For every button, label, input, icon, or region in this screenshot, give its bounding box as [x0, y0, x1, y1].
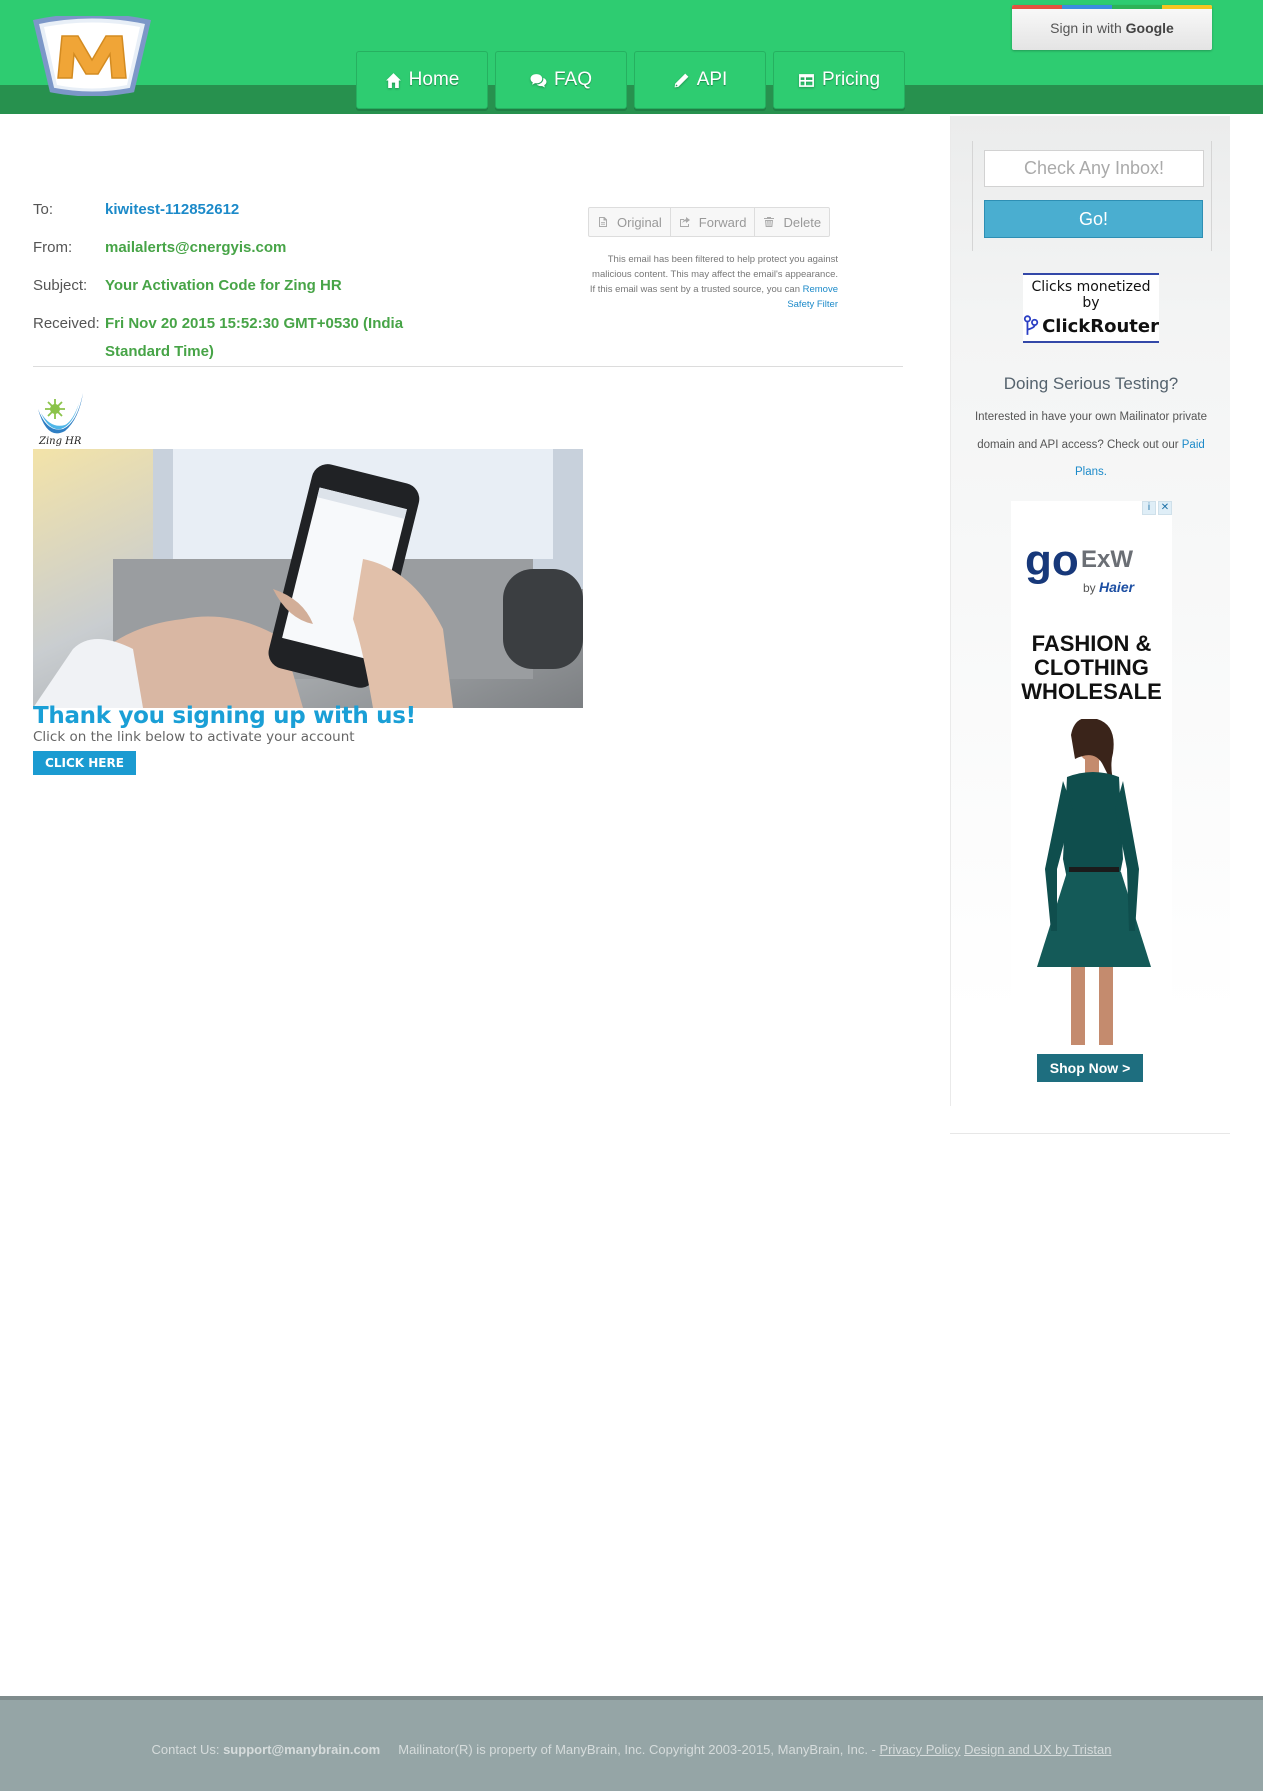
serious-testing-body: Interested in have your own Mailinator p…: [974, 411, 1208, 451]
subject-label: Subject:: [33, 277, 88, 294]
google-signin-button[interactable]: Sign in with Google: [1012, 5, 1212, 50]
from-label: From:: [33, 239, 73, 256]
ad-choices: i ✕: [1142, 501, 1172, 515]
click-here-button[interactable]: CLICK HERE: [33, 751, 136, 775]
sidebar: Check Any Inbox! Go! Clicks monetized by…: [950, 116, 1230, 1106]
clickrouter-label: ClickRouter: [1042, 315, 1159, 337]
forward-label: Forward: [698, 214, 747, 230]
subject-value: Your Activation Code for Zing HR: [105, 277, 342, 294]
received-label: Received:: [33, 315, 100, 332]
contact-email[interactable]: support@manybrain.com: [223, 1742, 380, 1757]
goexw-exw-text: ExW: [1081, 546, 1133, 573]
nav-pricing-button[interactable]: Pricing: [773, 51, 905, 109]
file-icon: [599, 217, 607, 227]
to-label: To:: [33, 201, 54, 218]
nav-api-button[interactable]: API: [634, 51, 766, 109]
header-divider: [33, 366, 903, 367]
ad-title: FASHION & CLOTHING WHOLESALE: [1021, 631, 1162, 704]
clickrouter-brand: ClickRouter: [1023, 314, 1159, 338]
original-label: Original: [617, 214, 662, 230]
contact-label: Contact Us:: [151, 1742, 220, 1757]
received-value: Fri Nov 20 2015 15:52:30 GMT+0530 (India…: [105, 315, 404, 360]
delete-button[interactable]: Delete: [755, 208, 829, 236]
received-row: Received: Fri Nov 20 2015 15:52:30 GMT+0…: [33, 310, 453, 366]
nav-api-label: API: [696, 69, 728, 90]
nav-home-button[interactable]: Home: [356, 51, 488, 109]
forward-button[interactable]: Forward: [671, 208, 756, 236]
from-row: From: mailalerts@cnergyis.com: [33, 234, 453, 262]
copyright-text: Mailinator(R) is property of ManyBrain, …: [398, 1742, 876, 1757]
nav-faq-label: FAQ: [553, 69, 592, 90]
ad-close-icon[interactable]: ✕: [1158, 501, 1172, 515]
main-nav: Home FAQ API Pricing: [356, 51, 905, 111]
table-icon: [799, 73, 814, 87]
clickrouter-icon: [1023, 315, 1039, 335]
hero-image-phone: [33, 449, 583, 708]
ad-info-icon[interactable]: i: [1142, 501, 1156, 515]
trash-icon: [764, 217, 775, 227]
original-button[interactable]: Original: [589, 208, 671, 236]
safety-text: This email has been filtered to help pro…: [589, 254, 838, 295]
design-credit-link[interactable]: Design and UX by Tristan: [964, 1742, 1111, 1757]
to-row: To: kiwitest-112852612: [33, 196, 453, 224]
ad-model-image: [1037, 719, 1151, 1045]
sidebar-divider: [950, 1133, 1230, 1134]
google-signin-label: Sign in with Google: [1050, 20, 1174, 36]
shop-now-button[interactable]: Shop Now >: [1037, 1054, 1143, 1082]
goexw-go-text: go: [1025, 536, 1079, 585]
delete-label: Delete: [783, 214, 822, 230]
serious-testing-title: Doing Serious Testing?: [1003, 374, 1179, 393]
fashion-ad[interactable]: i ✕ go ExW by Haier FASHION & CLOTHING W…: [1011, 501, 1172, 1101]
zing-logo-text: Zing HR: [38, 436, 82, 447]
to-value[interactable]: kiwitest-112852612: [105, 196, 453, 224]
home-icon: [385, 72, 401, 88]
zing-hr-logo: Zing HR: [38, 393, 83, 447]
footer-text: Contact Us: support@manybrain.com Mailin…: [0, 1742, 1263, 1757]
go-button[interactable]: Go!: [984, 200, 1203, 238]
from-value: mailalerts@cnergyis.com: [105, 239, 287, 256]
clickrouter-badge[interactable]: Clicks monetized by ClickRouter: [1023, 273, 1159, 343]
mailinator-logo[interactable]: [32, 16, 152, 96]
share-icon: [679, 217, 690, 227]
subject-row: Subject: Your Activation Code for Zing H…: [33, 272, 453, 300]
thanks-headline: Thank you signing up with us!: [33, 703, 416, 729]
pencil-icon: [674, 73, 689, 87]
nav-faq-button[interactable]: FAQ: [495, 51, 627, 109]
ad-by-haier: by Haier: [1083, 579, 1135, 595]
email-header: To: kiwitest-112852612 From: mailalerts@…: [33, 196, 453, 366]
thanks-subline: Click on the link below to activate your…: [33, 729, 355, 745]
comments-icon: [530, 73, 547, 88]
site-footer: Contact Us: support@manybrain.com Mailin…: [0, 1696, 1263, 1791]
check-inbox-form: Check Any Inbox! Go!: [972, 141, 1212, 251]
nav-pricing-label: Pricing: [821, 69, 881, 90]
site-header: Home FAQ API Pricing Sign in with Google: [0, 0, 1263, 114]
nav-home-label: Home: [408, 69, 460, 90]
clickrouter-caption: Clicks monetized by: [1031, 279, 1151, 311]
email-actions: Original Forward Delete: [588, 207, 831, 237]
safety-notice: This email has been filtered to help pro…: [588, 252, 838, 312]
serious-testing-text: Interested in have your own Mailinator p…: [971, 404, 1211, 487]
inbox-search-input[interactable]: Check Any Inbox!: [984, 150, 1204, 187]
privacy-policy-link[interactable]: Privacy Policy: [880, 1742, 961, 1757]
